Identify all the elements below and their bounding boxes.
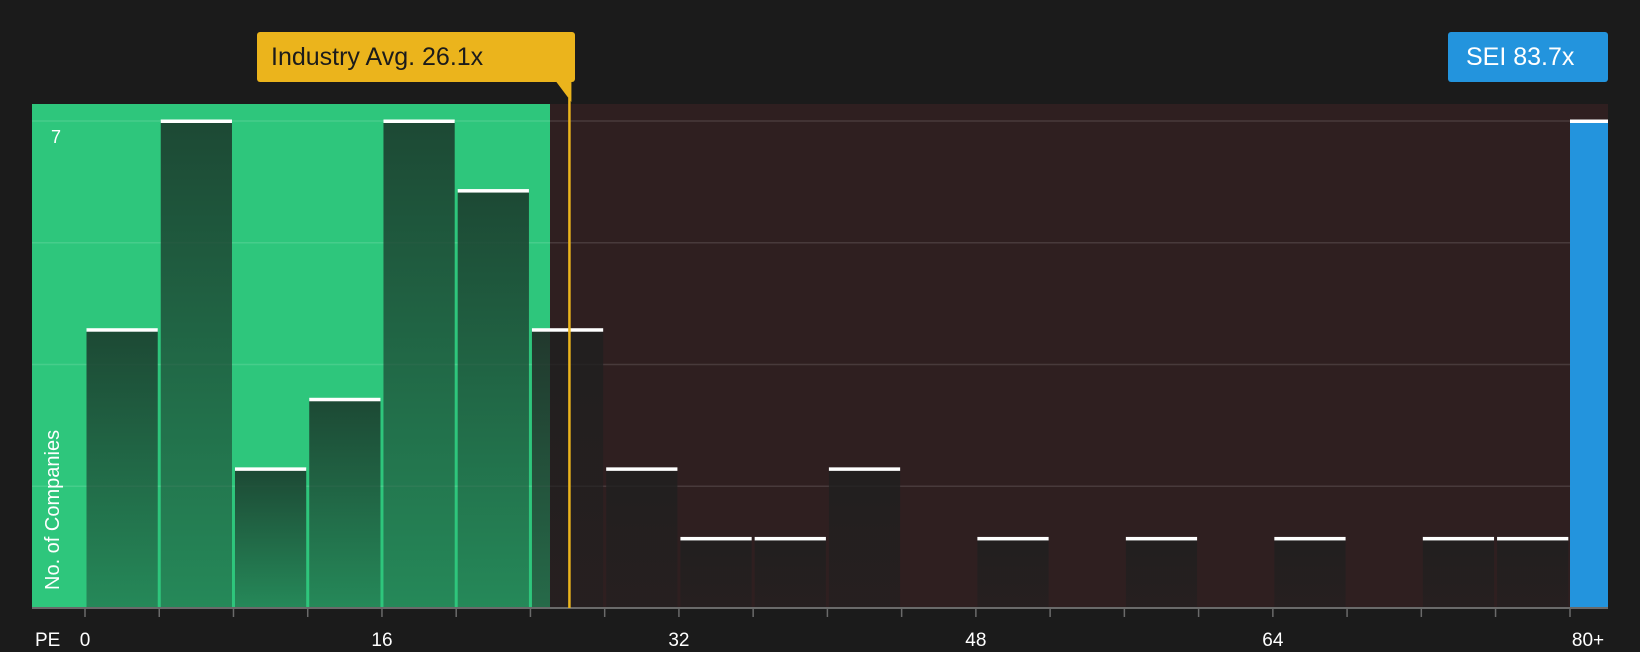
histogram-bar-cap	[383, 119, 455, 123]
histogram-bar-cap	[1274, 536, 1346, 541]
histogram-bar-cap	[86, 328, 158, 332]
histogram-bar	[606, 468, 678, 608]
x-tick-label: 0	[79, 630, 91, 651]
histogram-bar-cap	[309, 397, 381, 402]
y-axis-max-label: 7	[51, 127, 62, 147]
company-pe-label: SEI 83.7x	[1466, 42, 1575, 71]
histogram-bar	[977, 538, 1049, 608]
histogram-bar-cap	[531, 328, 604, 332]
histogram-bar	[457, 190, 529, 609]
histogram-bar-cap	[680, 536, 752, 541]
histogram-bar-cap	[977, 536, 1049, 541]
histogram-bar	[1274, 538, 1346, 608]
histogram-bar-cap	[160, 119, 232, 123]
company-bar	[1570, 121, 1608, 608]
x-tick-label: 64	[1262, 630, 1284, 651]
pe-histogram-chart	[32, 82, 1608, 617]
histogram-bar-cap	[754, 536, 826, 541]
histogram-bar	[383, 121, 455, 608]
histogram-bar	[680, 538, 752, 608]
x-tick-label: 16	[371, 630, 393, 651]
histogram-bar-cap	[1497, 536, 1569, 541]
x-axis-title: PE	[35, 630, 61, 651]
industry-average-pointer	[556, 82, 572, 102]
x-tick-label: 32	[668, 630, 690, 651]
histogram-bar-cap	[234, 467, 307, 471]
histogram-bar-cap	[828, 467, 901, 471]
histogram-bar	[309, 399, 381, 608]
histogram-bar-cap	[1125, 536, 1198, 541]
industry-average-label: Industry Avg. 26.1x	[271, 42, 484, 71]
overvalued-region	[550, 104, 1608, 608]
histogram-bar	[86, 329, 158, 608]
histogram-bar	[1125, 538, 1198, 608]
company-pe-callout: SEI 83.7x	[1448, 32, 1608, 82]
histogram-bar	[234, 468, 307, 608]
histogram-bar	[754, 538, 826, 608]
industry-average-callout: Industry Avg. 26.1x	[257, 32, 575, 82]
histogram-bar-cap	[457, 189, 529, 193]
x-tick-label: 48	[965, 630, 987, 651]
histogram-bar	[1497, 538, 1569, 608]
y-axis-title: No. of Companies	[42, 429, 64, 590]
histogram-bar	[160, 121, 232, 608]
histogram-bar-cap	[606, 467, 678, 471]
histogram-bar	[531, 329, 604, 608]
histogram-bar	[1422, 538, 1495, 608]
x-tick-label: 80+	[1571, 630, 1605, 651]
histogram-bar	[828, 468, 901, 608]
histogram-bar-cap	[1422, 536, 1495, 541]
company-bar-cap	[1570, 119, 1608, 123]
